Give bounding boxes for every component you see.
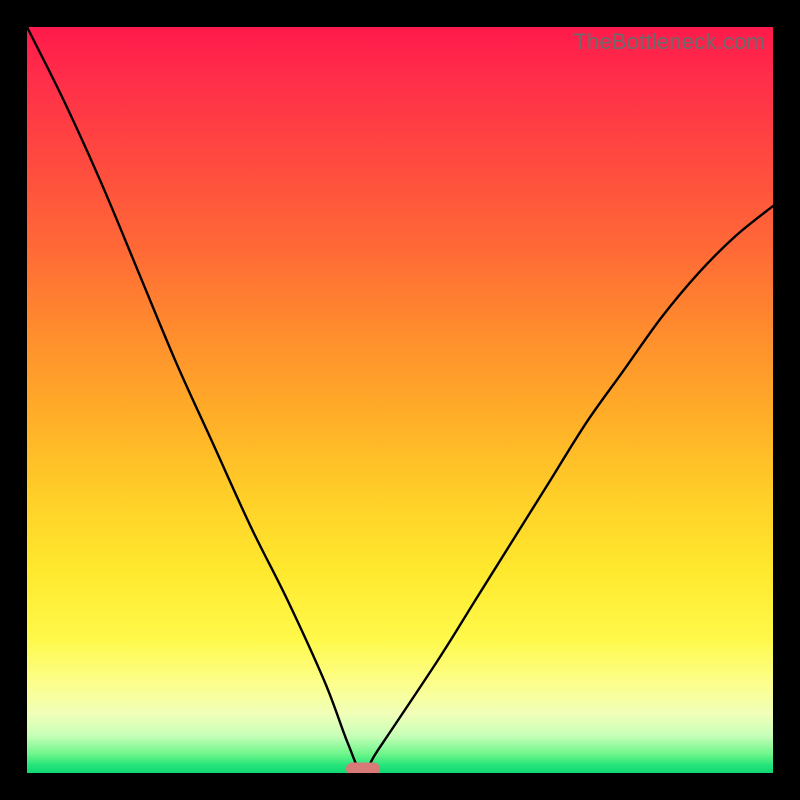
chart-frame: TheBottleneck.com xyxy=(0,0,800,800)
plot-area: TheBottleneck.com xyxy=(27,27,773,773)
minimum-marker xyxy=(346,763,380,774)
bottleneck-curve xyxy=(27,27,773,773)
watermark-text: TheBottleneck.com xyxy=(573,29,765,55)
curve-path xyxy=(27,27,773,773)
